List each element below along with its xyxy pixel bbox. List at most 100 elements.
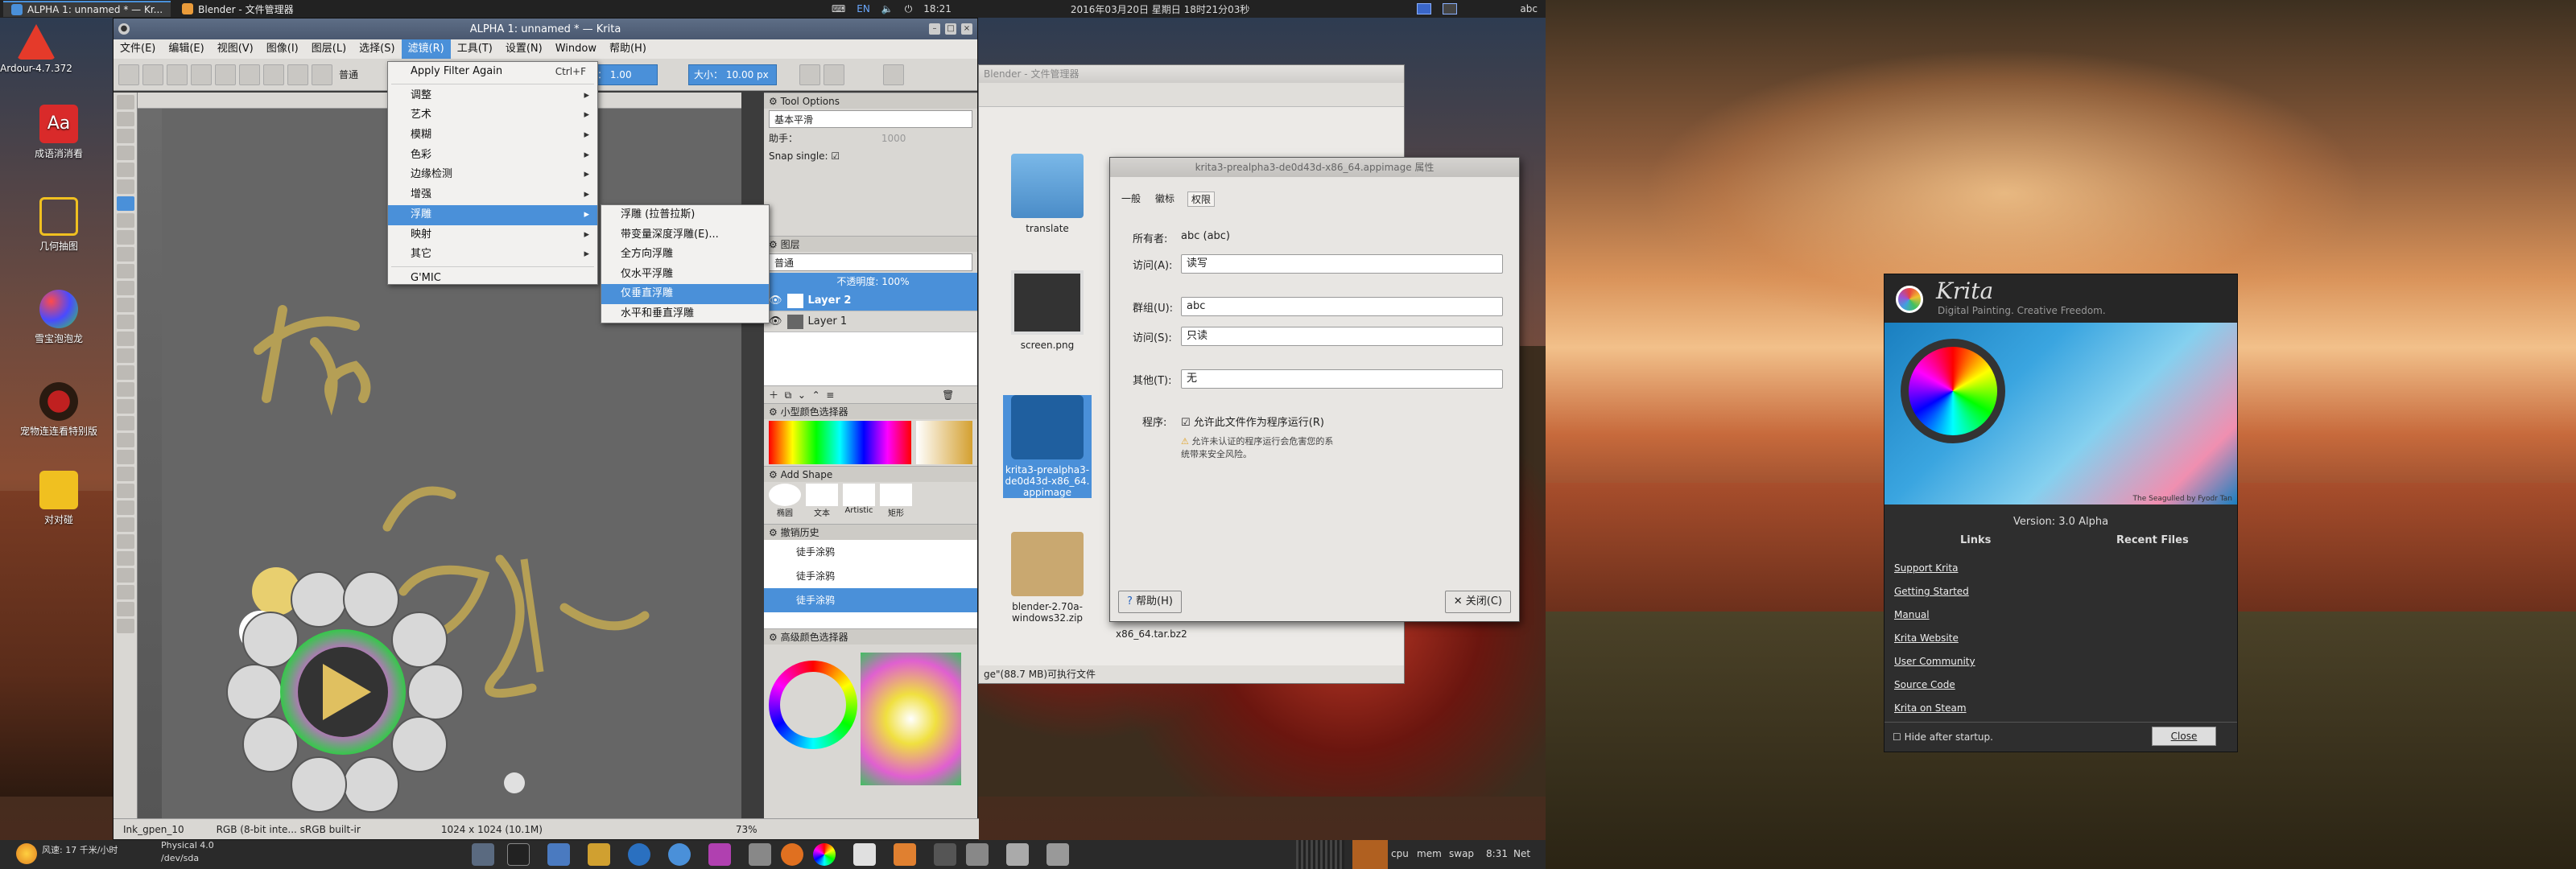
user-name[interactable]: abc bbox=[1520, 3, 1538, 14]
zoom-tool-icon[interactable] bbox=[117, 602, 134, 616]
color-swap-icon[interactable] bbox=[239, 64, 260, 85]
link-krita-website[interactable]: Krita Website bbox=[1894, 632, 1959, 644]
menu-filter[interactable]: 滤镜(R) bbox=[401, 39, 451, 59]
menu-item-emboss-horizontal[interactable]: 仅水平浮雕 bbox=[601, 265, 769, 285]
desktop-icon-ardour[interactable]: Ardour-4.7.372 bbox=[0, 24, 80, 74]
properties-titlebar[interactable]: krita3-prealpha3-de0d43d-x86_64.appimage… bbox=[1110, 158, 1519, 177]
close-button[interactable]: ✕ 关闭(C) bbox=[1444, 591, 1511, 613]
sv-square[interactable] bbox=[916, 421, 972, 464]
menu-layer[interactable]: 图层(L) bbox=[305, 39, 353, 59]
power-icon[interactable]: ⏻ bbox=[905, 3, 913, 15]
layer-opacity-field[interactable]: 不透明度: 100% bbox=[764, 273, 977, 290]
rect-select-tool-icon[interactable] bbox=[117, 484, 134, 498]
menu-item-other[interactable]: 其它 ▸ bbox=[388, 245, 597, 265]
input-language[interactable]: EN bbox=[857, 3, 870, 14]
tab-emblems[interactable]: 徽标 bbox=[1155, 192, 1174, 205]
polygon-tool-icon[interactable] bbox=[117, 264, 134, 278]
menu-item-apply-again[interactable]: Apply Filter Again Ctrl+F bbox=[388, 62, 597, 82]
tab-permissions[interactable]: 权限 bbox=[1187, 192, 1216, 207]
file-item[interactable]: screen.png bbox=[1003, 270, 1092, 351]
open-document-icon[interactable] bbox=[142, 64, 163, 85]
show-desktop-icon[interactable] bbox=[472, 843, 494, 866]
bezier-select-tool-icon[interactable] bbox=[117, 585, 134, 599]
undo-item[interactable]: 徒手涂鸦 bbox=[764, 588, 977, 612]
other-access-select[interactable]: 无 bbox=[1181, 369, 1503, 389]
link-getting-started[interactable]: Getting Started bbox=[1894, 586, 1969, 597]
chrome-icon[interactable] bbox=[668, 843, 691, 866]
calligraphy-tool-icon[interactable] bbox=[117, 146, 134, 160]
menu-item-artistic[interactable]: 艺术 ▸ bbox=[388, 105, 597, 126]
undo-item[interactable]: 徒手涂鸦 bbox=[764, 564, 977, 588]
menu-tools[interactable]: 工具(T) bbox=[451, 39, 499, 59]
desktop-icon-match[interactable]: 对对碰 bbox=[14, 471, 103, 526]
adv-color-header[interactable]: ⚙ 高级颜色选择器 bbox=[764, 628, 977, 645]
group-access-select[interactable]: 只读 bbox=[1181, 327, 1503, 346]
krita-titlebar[interactable]: ● ALPHA 1: unnamed * — Krita – □ × bbox=[114, 19, 977, 39]
brush-tool-icon[interactable] bbox=[117, 196, 134, 211]
recycle-bin-icon[interactable] bbox=[1046, 843, 1069, 866]
menu-image[interactable]: 图像(I) bbox=[260, 39, 305, 59]
menu-item-emboss[interactable]: 浮雕 ▸ bbox=[388, 204, 597, 225]
shape-artistic[interactable]: Artistic bbox=[843, 484, 875, 522]
new-document-icon[interactable] bbox=[118, 64, 139, 85]
eye-icon[interactable]: 👁 bbox=[769, 294, 782, 307]
shape-rectangle[interactable]: 矩形 bbox=[880, 484, 912, 522]
shape-text[interactable]: 文本 bbox=[806, 484, 838, 522]
menu-item-emboss-hv[interactable]: 水平和垂直浮雕 bbox=[601, 304, 769, 324]
dyna-tool-icon[interactable] bbox=[117, 332, 134, 346]
taskbar-item-krita[interactable]: ALPHA 1: unnamed * — Kr... bbox=[3, 1, 171, 17]
workspace-switcher-1[interactable] bbox=[1417, 3, 1432, 14]
link-krita-on-steam[interactable]: Krita on Steam bbox=[1894, 702, 1967, 714]
minimize-icon[interactable]: – bbox=[929, 23, 940, 35]
path-tool-icon[interactable] bbox=[117, 129, 134, 143]
close-icon[interactable]: × bbox=[961, 23, 972, 35]
gimp-icon[interactable] bbox=[934, 843, 956, 866]
folder-icon[interactable] bbox=[547, 843, 570, 866]
size-field[interactable]: 大小： 10.00 px bbox=[688, 64, 778, 85]
layers-header[interactable]: ⚙ 图层 bbox=[764, 236, 977, 252]
help-button[interactable]: ? 帮助(H) bbox=[1118, 591, 1182, 613]
weather-sun-icon[interactable] bbox=[16, 843, 37, 864]
multibrush-tool-icon[interactable] bbox=[117, 348, 134, 363]
mirror-horizontal-icon[interactable] bbox=[799, 64, 821, 85]
menu-item-colors[interactable]: 色彩 ▸ bbox=[388, 146, 597, 166]
duplicate-layer-icon[interactable]: ⧉ bbox=[785, 389, 792, 401]
workspace-switcher-2[interactable] bbox=[1443, 3, 1458, 14]
popup-palette[interactable] bbox=[170, 543, 476, 817]
download-icon[interactable] bbox=[708, 843, 731, 866]
shape-ellipse[interactable]: 椭圆 bbox=[769, 484, 801, 522]
blend-mode-select[interactable]: 普通 bbox=[336, 68, 361, 81]
hue-bar[interactable] bbox=[769, 421, 911, 464]
link-support-krita[interactable]: Support Krita bbox=[1894, 562, 1958, 574]
link-manual[interactable]: Manual bbox=[1894, 609, 1930, 620]
menu-item-enhance[interactable]: 增强 ▸ bbox=[388, 185, 597, 205]
mirror-vertical-icon[interactable] bbox=[824, 64, 845, 85]
menu-file[interactable]: 文件(E) bbox=[114, 39, 162, 59]
eye-icon[interactable]: 👁 bbox=[769, 315, 782, 327]
menu-item-gmic[interactable]: G'MIC bbox=[388, 269, 597, 289]
rectangle-tool-icon[interactable] bbox=[117, 230, 134, 245]
location-bar[interactable] bbox=[979, 83, 1404, 107]
tool-options-header[interactable]: ⚙ Tool Options bbox=[764, 93, 977, 109]
menu-item-emboss-all[interactable]: 全方向浮雕 bbox=[601, 245, 769, 265]
menu-item-edge[interactable]: 边缘检测 ▸ bbox=[388, 165, 597, 185]
menu-item-emboss-laplacian[interactable]: 浮雕 (拉普拉斯) bbox=[601, 205, 769, 225]
browser-icon[interactable] bbox=[628, 843, 650, 866]
pattern-icon[interactable] bbox=[215, 64, 236, 85]
taskbar-item-file-manager[interactable]: Blender - 文件管理器 bbox=[174, 1, 301, 17]
menu-view[interactable]: 视图(V) bbox=[211, 39, 260, 59]
assistant-tool-icon[interactable] bbox=[117, 467, 134, 481]
menu-settings[interactable]: 设置(N) bbox=[499, 39, 549, 59]
desktop-icon-pet-match[interactable]: 宠物连连看特别版 bbox=[14, 382, 103, 438]
smoothing-select[interactable]: 基本平滑 bbox=[769, 110, 972, 128]
brush-preset-icon[interactable] bbox=[263, 64, 284, 85]
move-down-icon[interactable]: ⌄ bbox=[798, 389, 806, 401]
file-item[interactable]: translate bbox=[1003, 154, 1092, 234]
link-user-community[interactable]: User Community bbox=[1894, 656, 1975, 667]
menu-item-adjust[interactable]: 调整 ▸ bbox=[388, 86, 597, 106]
search-icon[interactable] bbox=[1006, 843, 1029, 866]
file-item[interactable]: blender-2.70a-windows32.zip bbox=[1003, 532, 1092, 624]
terminal-icon[interactable] bbox=[507, 843, 530, 866]
docker-toggle-icon[interactable] bbox=[883, 64, 905, 85]
brush-editor-icon[interactable] bbox=[287, 64, 308, 85]
